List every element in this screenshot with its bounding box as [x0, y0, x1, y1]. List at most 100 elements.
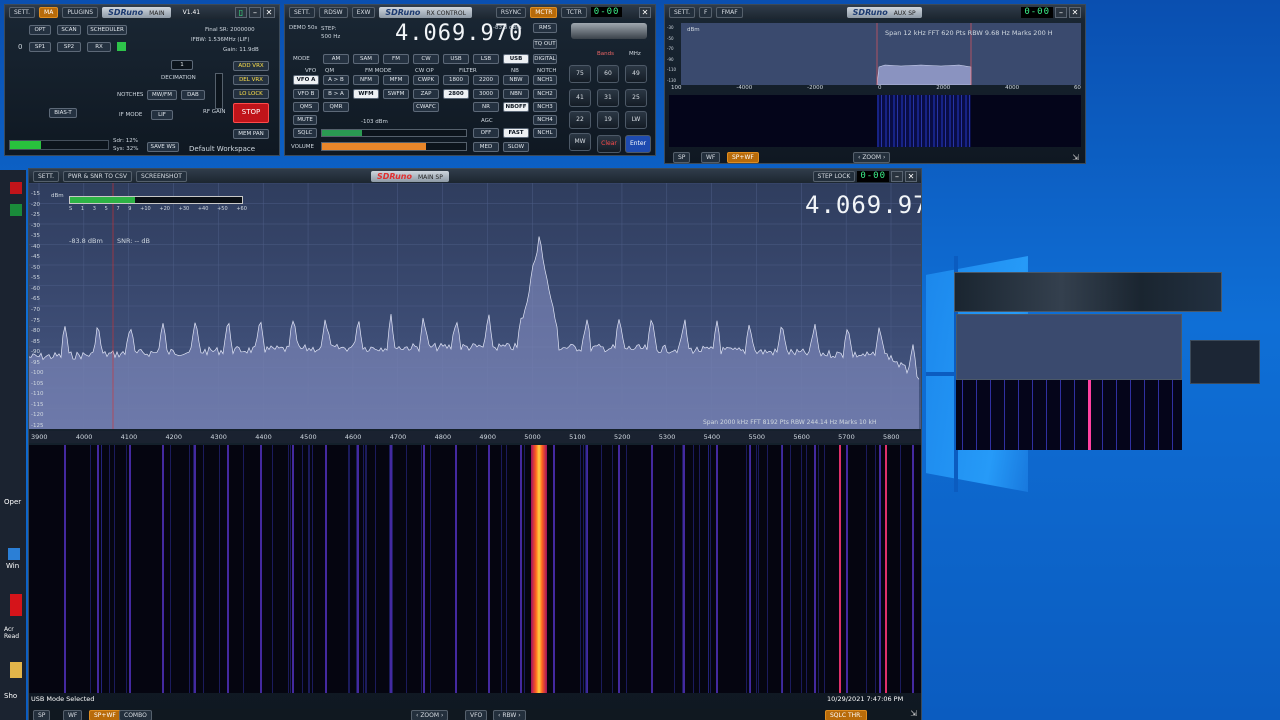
- main-plugins-button[interactable]: PLUGINS: [62, 6, 99, 18]
- cwafc-button[interactable]: CWAFC: [413, 102, 439, 112]
- nch3-button[interactable]: NCH3: [533, 102, 557, 112]
- mfm-button[interactable]: MFM: [383, 75, 409, 85]
- add-vrx-button[interactable]: ADD VRX: [233, 61, 269, 71]
- main-pin-icon[interactable]: ▯: [235, 6, 247, 18]
- filter-3000-button[interactable]: 3000: [473, 89, 499, 99]
- rx-button[interactable]: RX: [87, 42, 111, 52]
- nbn-button[interactable]: NBN: [503, 89, 529, 99]
- mainsp-wf-button[interactable]: WF: [63, 710, 83, 720]
- lo-lock-button[interactable]: LO LOCK: [233, 89, 269, 99]
- exw-button[interactable]: EXW: [351, 6, 376, 18]
- mainsp-rbw-control[interactable]: ‹ RBW ›: [493, 710, 526, 720]
- desktop-icon-folder[interactable]: [10, 662, 22, 678]
- aux-minimize-icon[interactable]: –: [1055, 6, 1067, 18]
- mode-lsb-button[interactable]: LSB: [473, 54, 499, 64]
- agc-off-button[interactable]: OFF: [473, 128, 499, 138]
- rx-close-icon[interactable]: ✕: [639, 6, 651, 18]
- aux-fmaf-button[interactable]: FMAF: [716, 6, 743, 18]
- desktop-icon-green[interactable]: [10, 204, 22, 216]
- tctr-button[interactable]: TCTR: [561, 6, 587, 18]
- bias-t-button[interactable]: BIAS-T: [49, 108, 77, 118]
- pwr-snr-csv-button[interactable]: PWR & SNR TO CSV: [63, 170, 133, 182]
- keypad-49[interactable]: 49: [625, 65, 647, 83]
- mode-cw-button[interactable]: CW: [413, 54, 439, 64]
- aux-wf-button[interactable]: WF: [701, 152, 721, 163]
- mode-fm-button[interactable]: FM: [383, 54, 409, 64]
- swfm-button[interactable]: SWFM: [383, 89, 409, 99]
- mainsp-spwf-button[interactable]: SP+WF: [89, 710, 121, 720]
- mainsp-vfo-button[interactable]: VFO: [465, 710, 488, 720]
- del-vrx-button[interactable]: DEL VRX: [233, 75, 269, 85]
- desktop-icon-red[interactable]: [10, 182, 22, 194]
- rsync-button[interactable]: RSYNC: [495, 6, 527, 18]
- mainsp-combo-button[interactable]: COMBO: [119, 710, 152, 720]
- dab-button[interactable]: DAB: [181, 90, 205, 100]
- agc-med-button[interactable]: MED: [473, 142, 499, 152]
- taskview-thumbnail[interactable]: [954, 272, 1260, 450]
- scheduler-button[interactable]: SCHEDULER: [87, 25, 127, 35]
- aux-spectrum[interactable]: dBm Span 12 kHz FFT 620 Pts RBW 9.68 Hz …: [681, 23, 1081, 85]
- main-sett-button[interactable]: SETT.: [9, 6, 36, 18]
- vfo-a-button[interactable]: VFO A: [293, 75, 319, 85]
- aux-close-icon[interactable]: ✕: [1069, 6, 1081, 18]
- mute-button[interactable]: MUTE: [293, 115, 317, 125]
- sp2-button[interactable]: SP2: [57, 42, 81, 52]
- sp1-button[interactable]: SP1: [29, 42, 51, 52]
- rx-sett-button[interactable]: SETT.: [289, 6, 316, 18]
- filter-2200-button[interactable]: 2200: [473, 75, 499, 85]
- qms-button[interactable]: QMS: [293, 102, 319, 112]
- aux-zoom-control[interactable]: ‹ ZOOM ›: [853, 152, 891, 163]
- nchl-button[interactable]: NCHL: [533, 128, 557, 138]
- mode-digital-button[interactable]: DIGITAL: [533, 54, 557, 64]
- main-waterfall[interactable]: [29, 445, 921, 693]
- nr-button[interactable]: NR: [473, 102, 499, 112]
- keypad-25[interactable]: 25: [625, 89, 647, 107]
- a-to-b-button[interactable]: A > B: [323, 75, 349, 85]
- mhz-label[interactable]: MHz: [629, 51, 641, 57]
- desktop-icon-win[interactable]: [8, 548, 20, 560]
- scan-button[interactable]: SCAN: [57, 25, 81, 35]
- keypad-31[interactable]: 31: [597, 89, 619, 107]
- rms-button[interactable]: RMS: [533, 23, 557, 33]
- nbw-button[interactable]: NBW: [503, 75, 529, 85]
- keypad-clear[interactable]: Clear: [597, 135, 621, 153]
- step-lock-button[interactable]: STEP LOCK: [812, 170, 856, 182]
- main-ma-button[interactable]: MA: [39, 6, 59, 18]
- main-spectrum[interactable]: dBm S 1 3 5 7 9 +10 +20 +30 +40 +50 +60 …: [29, 183, 921, 429]
- keypad-enter[interactable]: Enter: [625, 135, 651, 153]
- squelch-slider[interactable]: [321, 129, 467, 137]
- desktop-icon-acrobat[interactable]: [10, 594, 22, 616]
- wfm-button[interactable]: WFM: [353, 89, 379, 99]
- aux-waterfall[interactable]: [669, 95, 1081, 147]
- mwfm-button[interactable]: MW/FM: [147, 90, 177, 100]
- b-to-a-button[interactable]: B > A: [323, 89, 349, 99]
- stop-button[interactable]: STOP: [233, 103, 269, 123]
- qmr-button[interactable]: QMR: [323, 102, 349, 112]
- mainsp-resize-icon[interactable]: ⇲: [910, 709, 917, 718]
- filter-2800-button[interactable]: 2800: [443, 89, 469, 99]
- tuning-dial[interactable]: [571, 23, 647, 39]
- vfo-b-button[interactable]: VFO B: [293, 89, 319, 99]
- opt-button[interactable]: OPT: [29, 25, 51, 35]
- aux-f-button[interactable]: F: [699, 6, 713, 18]
- keypad-75[interactable]: 75: [569, 65, 591, 83]
- aux-sp-button[interactable]: SP: [673, 152, 691, 163]
- mainsp-minimize-icon[interactable]: –: [891, 170, 903, 182]
- keypad-41[interactable]: 41: [569, 89, 591, 107]
- rdsw-button[interactable]: RDSW: [319, 6, 348, 18]
- nch2-button[interactable]: NCH2: [533, 89, 557, 99]
- lif-button[interactable]: LIF: [151, 110, 173, 120]
- mainsp-sett-button[interactable]: SETT.: [33, 170, 60, 182]
- aux-sett-button[interactable]: SETT.: [669, 6, 696, 18]
- bands-label[interactable]: Bands: [597, 51, 614, 57]
- decimation-value[interactable]: 1: [171, 60, 193, 70]
- keypad-mw[interactable]: MW: [569, 133, 591, 151]
- mode-sam-button[interactable]: SAM: [353, 54, 379, 64]
- keypad-60[interactable]: 60: [597, 65, 619, 83]
- mainsp-sp-button[interactable]: SP: [33, 710, 51, 720]
- mode-am-button[interactable]: AM: [323, 54, 349, 64]
- tq-out-button[interactable]: TQ OUT: [533, 39, 557, 49]
- nch1-button[interactable]: NCH1: [533, 75, 557, 85]
- agc-fast-button[interactable]: FAST: [503, 128, 529, 138]
- save-ws-button[interactable]: SAVE WS: [147, 142, 179, 152]
